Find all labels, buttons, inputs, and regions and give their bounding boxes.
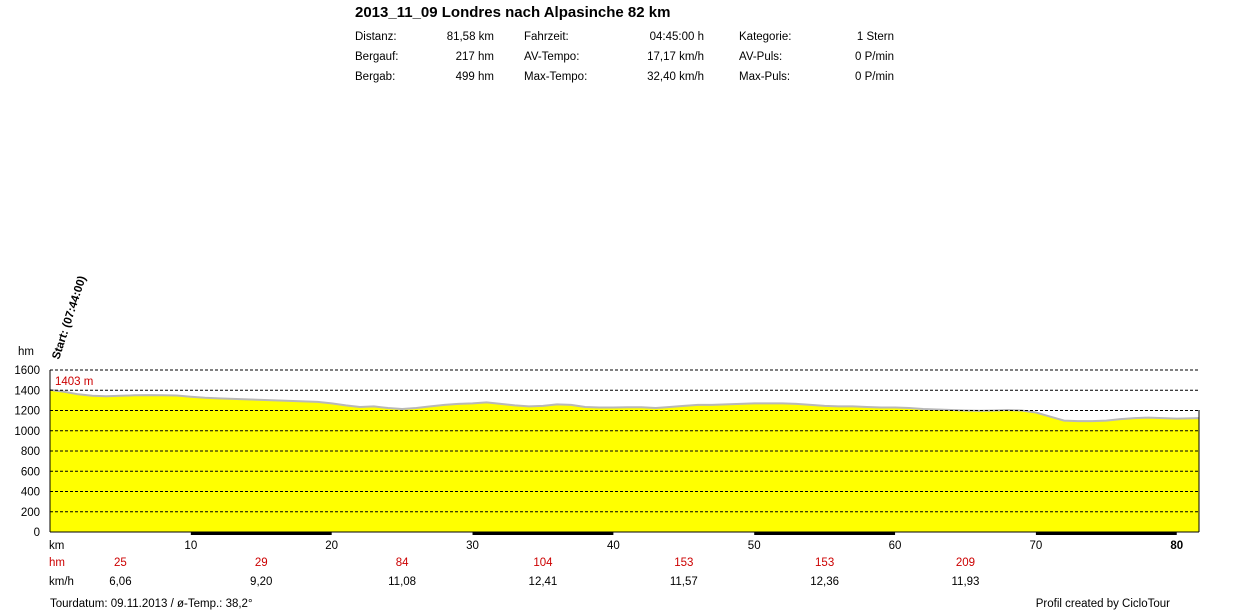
segment-kmh-value: 9,20 bbox=[250, 576, 273, 588]
km-scale-bar-70 bbox=[1035, 532, 1177, 535]
y-tick-label-600: 600 bbox=[21, 466, 40, 478]
y-tick-label-1600: 1600 bbox=[14, 365, 40, 377]
segment-hm-value: 84 bbox=[395, 557, 409, 569]
max-elevation-annotation: 1403 m bbox=[55, 376, 93, 388]
segment-hm-value: 209 bbox=[955, 557, 976, 569]
y-tick-label-1400: 1400 bbox=[14, 385, 40, 397]
segment-kmh-value: 12,36 bbox=[810, 576, 840, 588]
tour-date-footer: Tourdatum: 09.11.2013 / ø-Temp.: 38,2° bbox=[50, 598, 253, 610]
elevation-profile-chart: hm Start: (07:44:00) 0 200 400 600 800 1000 12… bbox=[14, 274, 1200, 539]
y-tick-label-1000: 1000 bbox=[14, 426, 40, 438]
x-tick-label-60: 60 bbox=[888, 540, 902, 552]
y-tick-label-1200: 1200 bbox=[14, 406, 40, 418]
km-scale-bar-50 bbox=[754, 532, 896, 535]
x-tick-label-40: 40 bbox=[606, 540, 620, 552]
created-by-footer: Profil created by CicloTour bbox=[1035, 598, 1170, 610]
y-tick-label-400: 400 bbox=[21, 487, 40, 499]
km-row-label: km bbox=[49, 540, 65, 552]
segment-kmh-value: 6,06 bbox=[109, 576, 132, 588]
hm-row-label: hm bbox=[49, 557, 65, 569]
km-scale-bar-10 bbox=[190, 532, 332, 535]
segment-kmh-value: 11,57 bbox=[669, 576, 698, 588]
segment-hm-value: 104 bbox=[533, 557, 553, 569]
y-tick-label-200: 200 bbox=[21, 507, 40, 519]
x-tick-label-80: 80 bbox=[1170, 540, 1184, 552]
segment-hm-value: 25 bbox=[114, 557, 127, 569]
start-label: Start: (07:44:00) bbox=[50, 274, 88, 361]
kmh-row-label: km/h bbox=[49, 576, 74, 588]
x-tick-label-20: 20 bbox=[325, 540, 339, 552]
segment-kmh-value: 11,08 bbox=[388, 576, 417, 588]
x-tick-label-10: 10 bbox=[184, 540, 198, 552]
segment-hm-value: 153 bbox=[674, 557, 694, 569]
y-tick-label-800: 800 bbox=[21, 446, 40, 458]
segment-hm-value: 153 bbox=[815, 557, 835, 569]
x-tick-label-50: 50 bbox=[747, 540, 761, 552]
y-tick-label-0: 0 bbox=[34, 527, 40, 539]
segment-hm-value: 29 bbox=[254, 557, 268, 569]
y-axis-label: hm bbox=[18, 346, 34, 358]
x-tick-label-30: 30 bbox=[466, 540, 479, 552]
segment-kmh-value: 11,93 bbox=[951, 576, 980, 588]
km-scale-bar-30 bbox=[472, 532, 614, 535]
segment-kmh-value: 12,41 bbox=[528, 576, 558, 588]
x-tick-label-70: 70 bbox=[1029, 540, 1043, 552]
